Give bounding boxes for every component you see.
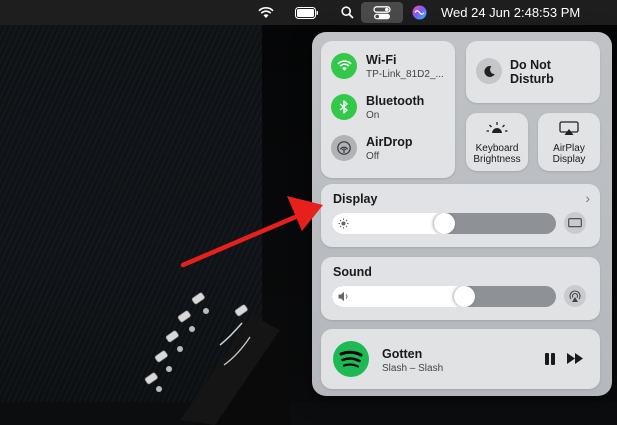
annotation-arrow (180, 196, 323, 268)
